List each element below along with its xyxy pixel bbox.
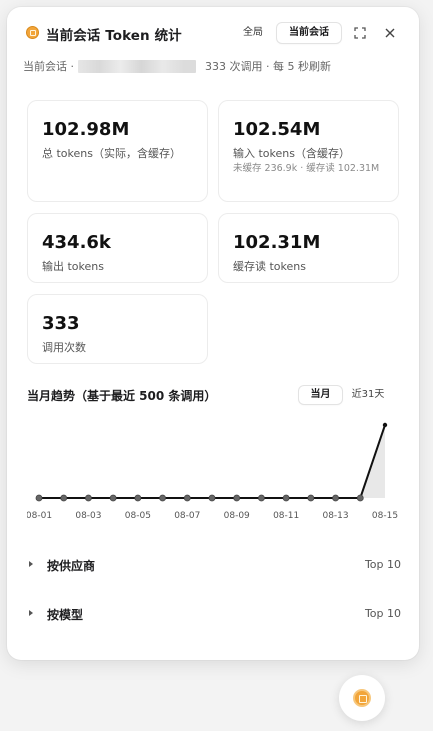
trend-point [134, 494, 142, 502]
stat-card-input: 102.54M 输入 tokens（含缓存） 未缓存 236.9k · 缓存读 … [218, 100, 399, 202]
row-top-count: Top 10 [364, 607, 401, 620]
stat-value: 102.98M [42, 119, 130, 140]
scope-all-tab[interactable]: 全局 [233, 23, 273, 43]
close-icon[interactable] [381, 24, 399, 42]
trend-point [282, 494, 290, 502]
stat-card-total: 102.98M 总 tokens（实际，含缓存） [27, 100, 208, 202]
token-stats-fab[interactable] [339, 675, 385, 721]
session-subtitle: 当前会话 · 333 次调用 · 每 5 秒刷新 [23, 59, 331, 73]
trend-point [258, 494, 265, 502]
x-tick-label: 08-03 [75, 511, 101, 521]
stat-label: 输出 tokens [42, 260, 104, 273]
coin-icon [353, 689, 371, 707]
stat-card-cache-read: 102.31M 缓存读 tokens [218, 213, 399, 283]
stat-sublabel: 未缓存 236.9k · 缓存读 102.31M [233, 163, 380, 174]
expand-icon[interactable] [351, 24, 369, 42]
by-model-row[interactable]: 按模型 Top 10 [25, 603, 401, 625]
token-stats-panel: 当前会话 Token 统计 全局 当前会话 当前会话 · 333 次调用 · 每… [7, 7, 419, 660]
coin-icon [26, 26, 39, 39]
x-tick-label: 08-13 [322, 511, 348, 521]
trend-point [307, 494, 315, 502]
subtitle-prefix: 当前会话 · [23, 60, 74, 73]
x-tick-label: 08-09 [224, 511, 250, 521]
stat-value: 102.54M [233, 119, 321, 140]
trend-chart: 08-01 08-03 08-05 08-07 08-09 08-11 08-13 08-15 [27, 422, 398, 521]
trend-point [183, 494, 191, 502]
redacted-session-id [78, 59, 196, 73]
stat-label: 缓存读 tokens [233, 260, 306, 273]
trend-point [35, 494, 43, 502]
trend-point [85, 494, 92, 502]
stat-card-calls: 333 调用次数 [27, 294, 208, 364]
stat-label: 总 tokens（实际，含缓存） [42, 147, 181, 160]
x-tick-label: 08-07 [174, 511, 200, 521]
stat-label: 输入 tokens（含缓存） [233, 147, 350, 160]
by-provider-row[interactable]: 按供应商 Top 10 [25, 554, 401, 576]
trend-point [109, 494, 117, 502]
x-tick-label: 08-15 [372, 511, 398, 521]
trend-area [39, 425, 385, 498]
expand-arrow-icon [29, 561, 33, 567]
trend-point [208, 494, 216, 502]
x-tick-label: 08-11 [273, 511, 299, 521]
panel-header: 当前会话 Token 统计 全局 当前会话 [7, 7, 419, 59]
subtitle-info: 333 次调用 · 每 5 秒刷新 [205, 60, 331, 73]
stat-value: 333 [42, 313, 80, 334]
panel-title: 当前会话 Token 统计 [46, 28, 182, 44]
stat-card-output: 434.6k 输出 tokens [27, 213, 208, 283]
trend-point [159, 494, 166, 502]
stat-value: 434.6k [42, 232, 111, 253]
row-top-count: Top 10 [364, 558, 401, 571]
trend-line [39, 424, 386, 499]
expand-arrow-icon [29, 610, 33, 616]
trend-point [60, 494, 68, 502]
trend-title: 当月趋势（基于最近 500 条调用） [27, 389, 217, 403]
trend-point [356, 494, 364, 502]
x-tick-label: 08-05 [125, 511, 151, 521]
row-label: 按供应商 [47, 559, 96, 573]
stat-label: 调用次数 [42, 341, 86, 354]
trend-31days-toggle[interactable]: 近31天 [348, 386, 388, 404]
stat-value: 102.31M [233, 232, 321, 253]
row-label: 按模型 [47, 608, 84, 622]
trend-point [332, 494, 339, 502]
trend-point [233, 494, 241, 502]
x-tick-label: 08-01 [27, 511, 52, 521]
trend-point [382, 422, 388, 428]
trend-month-toggle[interactable]: 当月 [299, 386, 342, 404]
scope-session-tab[interactable]: 当前会话 [277, 23, 341, 43]
